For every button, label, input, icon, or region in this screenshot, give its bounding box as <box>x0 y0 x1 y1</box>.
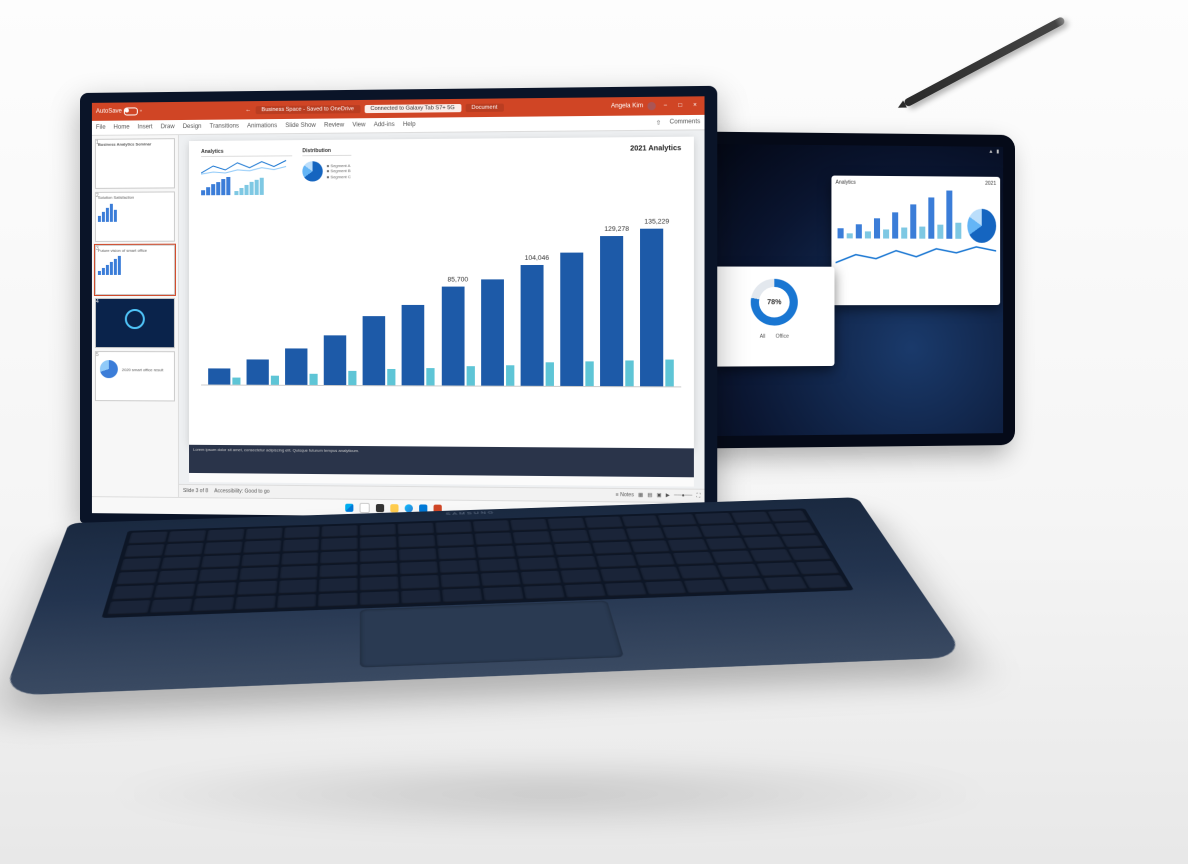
floor-shadow <box>100 754 1000 834</box>
document-title[interactable]: Business Space - Saved to OneDrive <box>255 105 360 114</box>
main-bar-chart: 85,700104,046129,278135,229 <box>201 201 681 388</box>
slide-counter: Slide 3 of 8 <box>183 488 208 494</box>
tab-home[interactable]: Home <box>114 125 130 131</box>
chart-caption-strip: Lorem ipsum dolor sit amet, consectetur … <box>189 445 694 478</box>
donut-chart <box>751 279 798 326</box>
tablet-window-chart[interactable]: Analytics 2021 <box>831 176 1000 306</box>
tablet-chart-subtitle: 2021 <box>985 181 996 187</box>
tab-draw[interactable]: Draw <box>161 124 175 130</box>
autosave-toggle[interactable] <box>124 107 138 115</box>
view-sorter-icon[interactable]: ▤ <box>647 492 652 498</box>
tab-insert[interactable]: Insert <box>138 124 153 130</box>
tab-transitions[interactable]: Transitions <box>210 123 239 129</box>
fit-icon[interactable]: ⛶ <box>697 493 701 499</box>
slide-thumb-2[interactable]: 2 Solution Satisfaction <box>95 191 175 242</box>
slide-thumb-5[interactable]: 5 2020 smart office result <box>95 351 175 401</box>
battery-icon: ▮ <box>996 149 999 159</box>
tablet-statusbar: ▲ ▮ <box>693 144 1003 161</box>
mini-panel-analytics: Analytics <box>201 148 292 195</box>
brand-label: SAMSUNG <box>446 511 496 516</box>
editor-content: 1 Business Analytics Seminar 2 Solution … <box>92 130 705 502</box>
tab-animations[interactable]: Animations <box>247 123 277 129</box>
tab-slideshow[interactable]: Slide Show <box>285 123 316 129</box>
laptop-display: AutoSave ▫ ← Business Space - Saved to O… <box>92 96 705 519</box>
slide-thumb-4[interactable]: 4 <box>95 298 175 348</box>
share-button[interactable]: ⇧ <box>656 119 661 126</box>
wifi-icon: ▲ <box>988 149 993 159</box>
slide-thumb-3[interactable]: 3 Future vision of smart office <box>95 245 175 295</box>
tab-file[interactable]: File <box>96 125 106 131</box>
search-icon[interactable] <box>360 503 370 513</box>
mini-bar-chart-2 <box>234 177 263 195</box>
zoom-slider[interactable]: ──●── <box>674 493 692 499</box>
accessibility-status[interactable]: Accessibility: Good to go <box>214 488 269 495</box>
keyboard[interactable] <box>102 508 854 618</box>
slide-thumbnail-panel[interactable]: 1 Business Analytics Seminar 2 Solution … <box>92 135 179 497</box>
tab-help[interactable]: Help <box>403 122 416 128</box>
slide-canvas[interactable]: Analytics <box>189 137 694 449</box>
laptop-device-screen: AutoSave ▫ ← Business Space - Saved to O… <box>80 86 717 530</box>
tablet-screen: ▲ ▮ Analytics 2021 <box>693 144 1003 436</box>
mini-pie-chart <box>302 161 322 181</box>
tablet-bar-chart <box>838 190 962 239</box>
slide-thumb-1[interactable]: 1 Business Analytics Seminar <box>95 138 175 189</box>
minimize-button[interactable]: − <box>660 103 671 109</box>
save-icon[interactable]: ▫ <box>140 108 142 114</box>
tablet-pie-chart <box>967 209 996 243</box>
tablet-window-donut[interactable]: All Office <box>714 267 835 367</box>
tablet-line-chart <box>836 242 997 267</box>
mini-bar-chart <box>201 177 230 195</box>
taskview-icon[interactable] <box>376 504 384 512</box>
explorer-icon[interactable] <box>390 504 398 512</box>
connection-badge[interactable]: Connected to Galaxy Tab S7+ 5G <box>364 104 461 113</box>
slide-title: 2021 Analytics <box>630 145 681 153</box>
tab-review[interactable]: Review <box>324 122 344 128</box>
mini-line-chart <box>201 157 292 176</box>
trackpad[interactable] <box>360 601 624 668</box>
laptop-base: SAMSUNG <box>3 497 966 696</box>
notes-button[interactable]: ≡ Notes <box>616 492 634 498</box>
start-icon[interactable] <box>345 504 353 512</box>
comments-button[interactable]: Comments <box>670 119 701 125</box>
donut-legend: All Office <box>718 334 831 340</box>
tablet-device: ▲ ▮ Analytics 2021 <box>681 131 1015 448</box>
s-pen-stylus <box>903 16 1066 108</box>
user-avatar-icon[interactable] <box>647 102 655 110</box>
view-reading-icon[interactable]: ▣ <box>657 492 662 498</box>
view-normal-icon[interactable]: ▦ <box>638 492 643 498</box>
tab-design[interactable]: Design <box>183 124 202 130</box>
tab-addins[interactable]: Add-ins <box>374 122 395 128</box>
mini-panel-distribution: Distribution ■ Segment A■ Segment B■ Seg… <box>302 148 351 195</box>
autosave-label: AutoSave <box>96 109 122 115</box>
back-icon[interactable]: ← <box>245 107 251 113</box>
close-button[interactable]: × <box>690 103 701 109</box>
maximize-button[interactable]: □ <box>675 103 686 109</box>
view-slideshow-icon[interactable]: ▶ <box>666 493 670 499</box>
doc-type-badge: Document <box>465 104 503 113</box>
tablet-chart-title: Analytics <box>836 180 856 186</box>
tab-view[interactable]: View <box>352 122 365 128</box>
user-name[interactable]: Angela Kim <box>611 103 643 110</box>
